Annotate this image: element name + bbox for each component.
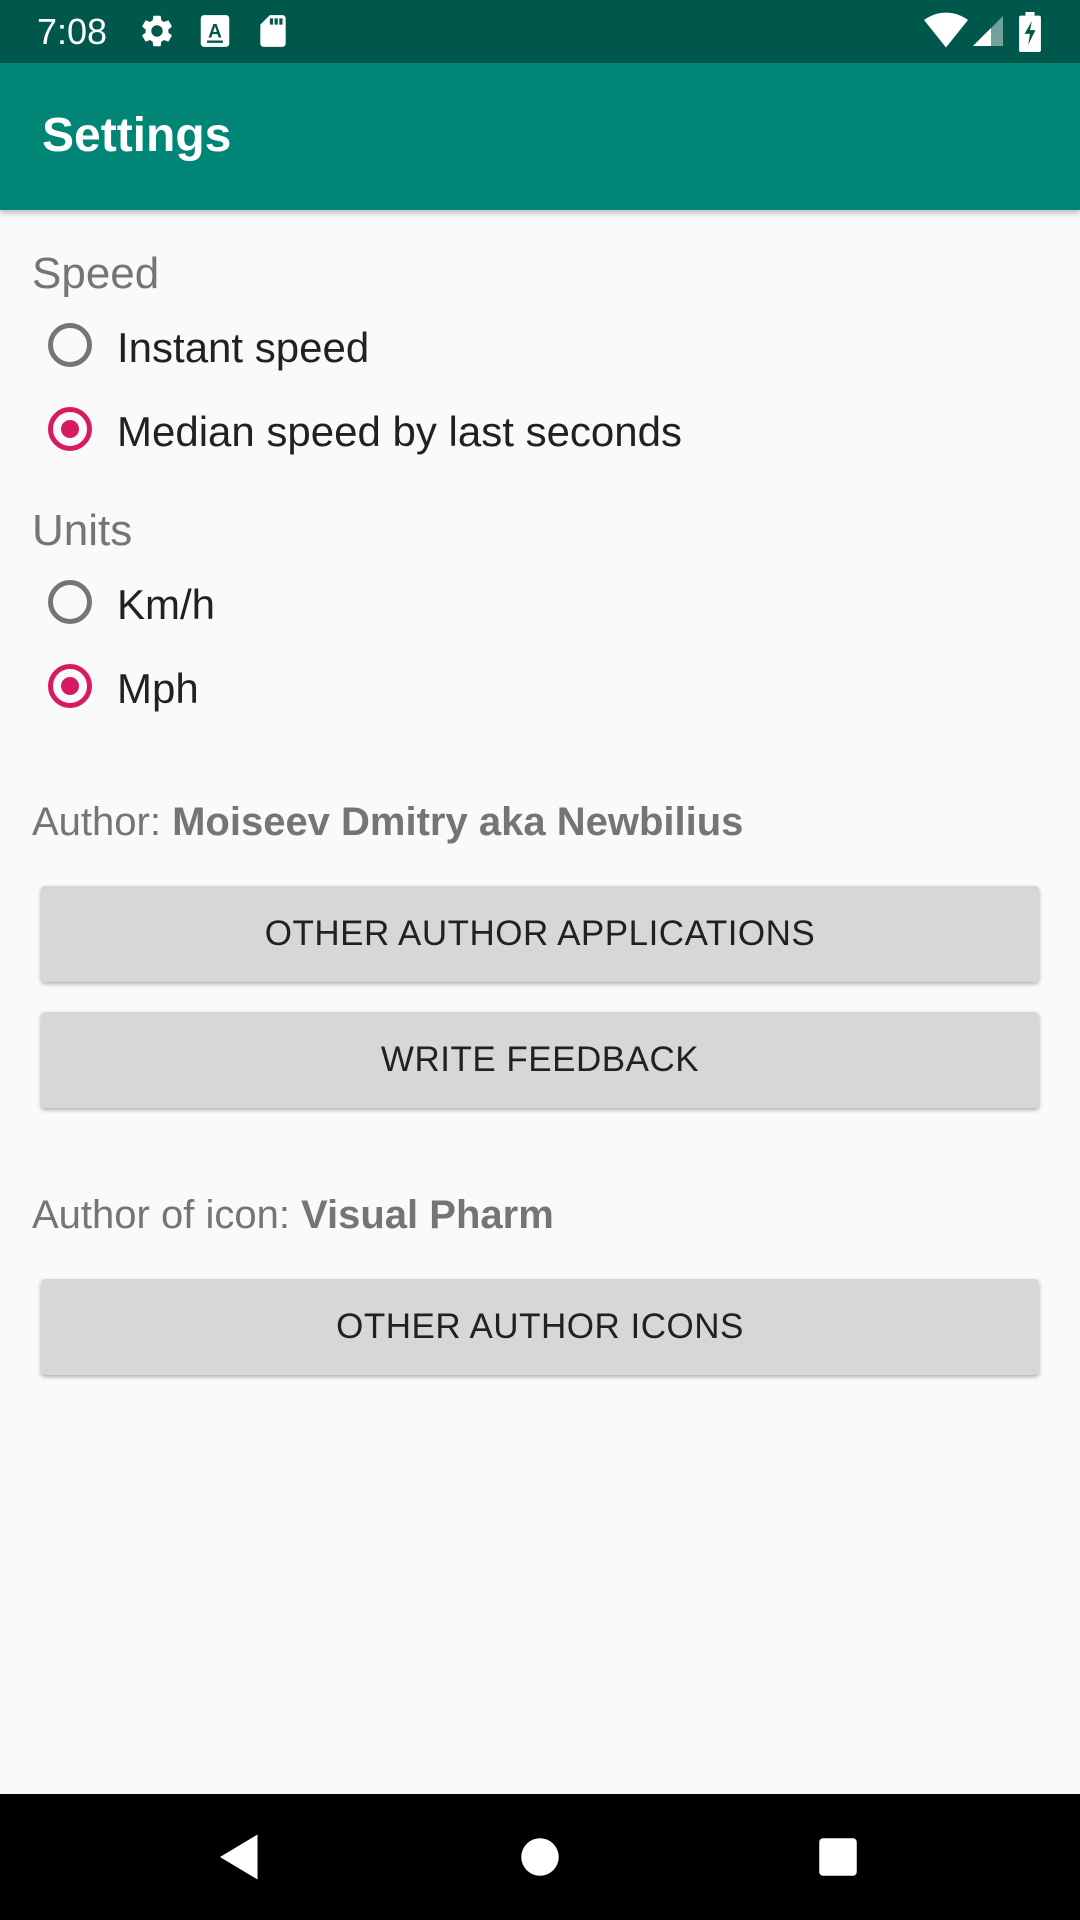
other-author-applications-button[interactable]: OTHER AUTHOR APPLICATIONS <box>41 886 1039 982</box>
radio-label: Instant speed <box>117 324 370 371</box>
a-box-icon: A <box>196 12 234 50</box>
speed-section-label: Speed <box>32 249 160 298</box>
other-author-icons-button[interactable]: OTHER AUTHOR ICONS <box>41 1279 1039 1375</box>
icon-author-name: Visual Pharm <box>301 1193 554 1237</box>
write-feedback-button[interactable]: WRITE FEEDBACK <box>41 1012 1039 1108</box>
icon-author-prefix: Author of icon: <box>32 1193 302 1237</box>
cell-signal-icon <box>970 12 1008 50</box>
radio-button-unchecked[interactable] <box>48 323 92 367</box>
wifi-icon <box>924 12 968 50</box>
battery-charging-icon <box>1016 12 1046 52</box>
app-bar: Settings <box>0 63 1080 210</box>
svg-text:A: A <box>208 21 222 42</box>
radio-button-unchecked[interactable] <box>48 580 92 624</box>
status-time: 7:08 <box>37 11 108 52</box>
radio-mph[interactable]: Mph <box>32 647 1032 731</box>
radio-label: Mph <box>117 665 199 712</box>
radio-instant-speed[interactable]: Instant speed <box>32 306 1032 390</box>
author-line: Author: Moiseev Dmitry aka Newbilius <box>32 797 743 847</box>
icon-author-line: Author of icon: Visual Pharm <box>32 1190 554 1240</box>
recents-icon[interactable] <box>808 1827 868 1887</box>
units-section-label: Units <box>32 506 133 555</box>
radio-label: Median speed by last seconds <box>117 408 683 455</box>
radio-label: Km/h <box>117 581 216 628</box>
back-icon[interactable] <box>210 1827 270 1887</box>
radio-median-speed[interactable]: Median speed by last seconds <box>32 390 1032 474</box>
sd-card-icon <box>254 12 292 50</box>
home-icon[interactable] <box>510 1827 570 1887</box>
navigation-bar <box>0 1794 1080 1920</box>
gear-icon <box>138 12 176 50</box>
author-name: Moiseev Dmitry aka Newbilius <box>172 800 744 844</box>
radio-kmh[interactable]: Km/h <box>32 563 1032 647</box>
radio-button-checked[interactable] <box>48 407 92 451</box>
page-title: Settings <box>42 109 232 162</box>
radio-button-checked[interactable] <box>48 664 92 708</box>
author-prefix: Author: <box>32 800 173 844</box>
status-bar: 7:08 A <box>0 0 1080 63</box>
